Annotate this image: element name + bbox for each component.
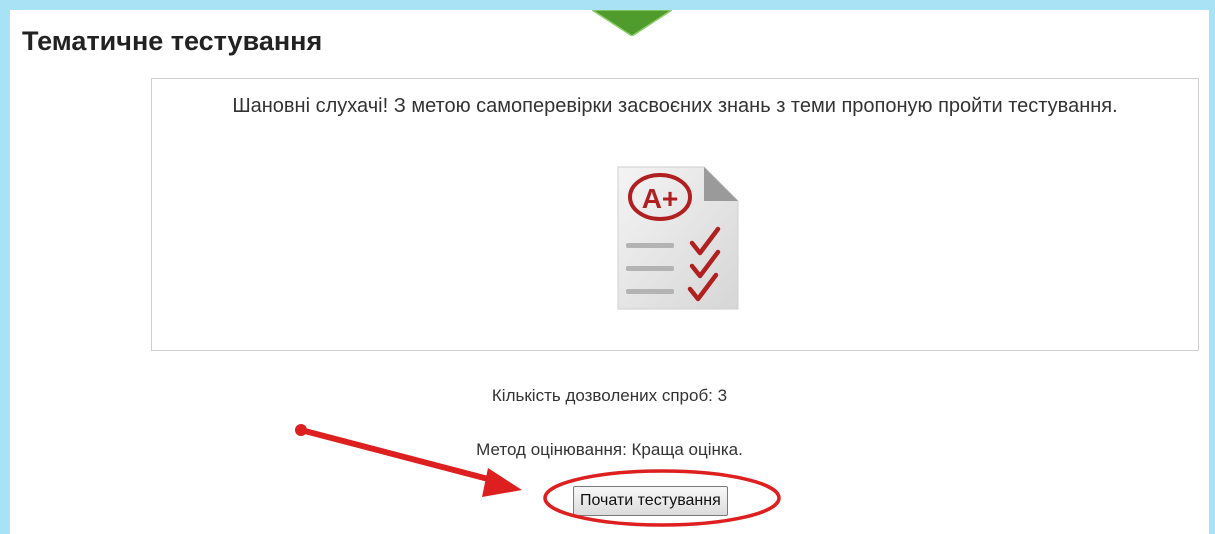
top-tab-marker: [592, 10, 672, 36]
start-test-button[interactable]: Почати тестування: [573, 486, 728, 516]
attempts-info: Кількість дозволених спроб: 3: [491, 386, 728, 405]
intro-box: Шановні слухачі! З метою самоперевірки з…: [151, 78, 1199, 351]
intro-text: Шановні слухачі! З метою самоперевірки з…: [232, 95, 1118, 117]
graded-test-sheet-icon: A+: [617, 166, 739, 310]
grade-text: A+: [642, 183, 679, 214]
grading-method-info: Метод оцінювання: Краща оцінка.: [476, 440, 743, 459]
page-frame: Тематичне тестування Шановні слухачі! З …: [10, 10, 1209, 534]
page-title: Тематичне тестування: [22, 26, 323, 56]
